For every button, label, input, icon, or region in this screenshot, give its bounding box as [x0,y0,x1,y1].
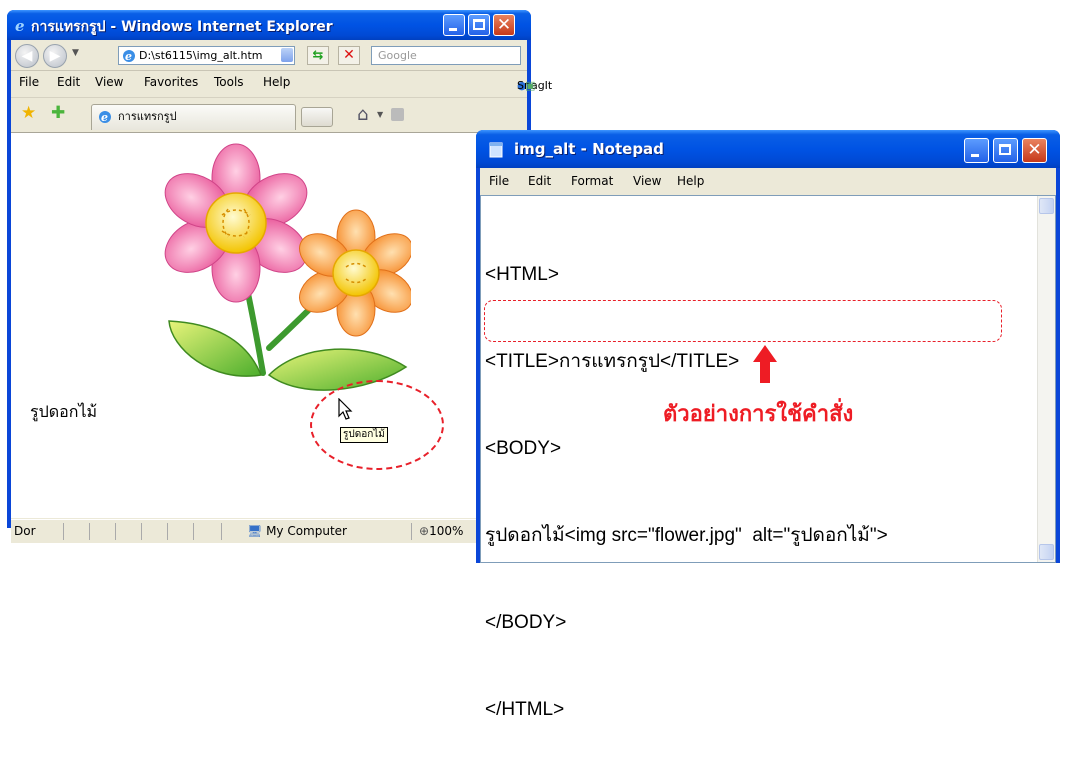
vertical-scrollbar[interactable] [1037,196,1055,562]
menu-file[interactable]: File [19,75,39,89]
svg-text:e: e [15,17,25,33]
ie-icon: e [123,50,135,63]
status-divider [221,523,222,540]
notepad-menubar: File Edit Format View Help [480,168,1056,195]
address-value: D:\st6115\img_alt.htm [139,49,263,62]
menu-tools[interactable]: Tools [214,75,244,89]
code-line: รูปดอกไม้<img src="flower.jpg" alt="รูปด… [485,525,888,546]
ie-icon: e [15,17,25,33]
menu-edit[interactable]: Edit [57,75,80,89]
stop-button[interactable]: ✕ [338,46,360,65]
status-divider [167,523,168,540]
status-zone: 🖥 My Computer [247,524,347,538]
status-divider [63,523,64,540]
annotation-label: ตัวอย่างการใช้คำสั่ง [663,402,854,427]
menu-format[interactable]: Format [571,174,613,188]
search-input[interactable]: Google [371,46,521,65]
page-text: รูปดอกไม้ [30,402,98,421]
code-line: <HTML> [485,264,559,285]
home-dropdown-icon[interactable]: ▼ [377,110,383,119]
status-divider [115,523,116,540]
minimize-icon [449,28,457,31]
stop-icon: ✕ [343,47,355,63]
ie-titlebar[interactable]: e การแทรกรูป - Windows Internet Explorer… [7,10,531,40]
notepad-maximize-button[interactable] [993,138,1018,163]
tab-label: การแทรกรูป [118,110,177,123]
menu-help[interactable]: Help [263,75,290,89]
code-line: </BODY> [485,612,567,633]
snagit-menu-icon: ▣ [525,79,536,92]
code-line: <BODY> [485,438,562,459]
address-dropdown-button[interactable] [281,48,293,62]
notepad-close-button[interactable]: ✕ [1022,138,1047,163]
ie-maximize-button[interactable] [468,14,490,36]
ie-close-button[interactable]: ✕ [493,14,515,36]
ie-client: ◀ ▶ ▼ e D:\st6115\img_alt.htm ⇆ ✕ Google… [11,40,552,543]
up-arrow-icon [753,345,777,383]
highlight-oval [310,380,444,470]
ie-page-content: รูปดอกไม้ [11,133,527,518]
status-divider [411,523,412,540]
code-highlight-box [484,300,1002,342]
menu-view[interactable]: View [633,174,661,188]
svg-text:e: e [125,50,132,63]
menu-help[interactable]: Help [677,174,704,188]
svg-text:e: e [101,111,108,124]
favorites-star-icon[interactable]: ★ [21,105,36,122]
notepad-minimize-button[interactable] [964,138,989,163]
menu-view[interactable]: View [95,75,123,89]
refresh-icon: ⇆ [312,48,324,63]
ie-address-bar: ◀ ▶ ▼ e D:\st6115\img_alt.htm ⇆ ✕ Google [11,40,527,71]
ie-minimize-button[interactable] [443,14,465,36]
ie-menubar: File Edit View Favorites Tools Help ● Sn… [11,71,552,98]
tab-current[interactable]: e การแทรกรูป [91,104,296,130]
status-divider [89,523,90,540]
notepad-titlebar[interactable]: img_alt - Notepad ✕ [476,130,1060,168]
address-input[interactable]: e D:\st6115\img_alt.htm [118,46,295,65]
close-icon: ✕ [1027,140,1042,160]
status-zoom[interactable]: ⊕100% [419,524,463,538]
ie-tab-bar: ★ ✚ e การแทรกรูป ⌂ ▼ [11,98,527,133]
refresh-button[interactable]: ⇆ [307,46,329,65]
computer-icon: 🖥 [247,524,263,538]
scroll-down-button[interactable] [1039,544,1054,560]
history-dropdown-icon[interactable]: ▼ [72,48,79,58]
menu-file[interactable]: File [489,174,509,188]
menu-favorites[interactable]: Favorites [144,75,198,89]
ie-icon: e [99,111,111,124]
add-favorite-icon[interactable]: ✚ [51,105,65,122]
scroll-up-button[interactable] [1039,198,1054,214]
search-placeholder: Google [378,49,417,62]
menu-edit[interactable]: Edit [528,174,551,188]
feed-icon[interactable] [391,108,404,121]
maximize-icon [473,19,485,30]
back-button[interactable]: ◀ [15,44,39,68]
notepad-title: img_alt - Notepad [514,140,664,158]
forward-button[interactable]: ▶ [43,44,67,68]
home-icon[interactable]: ⌂ [357,104,368,125]
code-line: </HTML> [485,699,565,720]
flower-image [164,143,411,391]
new-tab-button[interactable] [301,107,333,127]
status-divider [141,523,142,540]
back-icon: ◀ [21,48,33,64]
maximize-icon [999,144,1011,155]
close-icon: ✕ [496,15,512,35]
zoom-icon: ⊕ [419,524,430,538]
status-zone-label: My Computer [266,524,347,538]
code-line: <TITLE>การแทรกรูป</TITLE> [485,351,740,372]
ie-title: การแทรกรูป - Windows Internet Explorer [31,19,333,35]
ie-status-bar: Dor 🖥 My Computer ⊕100% [11,519,527,543]
notepad-icon [489,142,503,158]
forward-icon: ▶ [49,48,61,64]
code-block: <HTML> <TITLE>การแทรกรูป</TITLE> <BODY> … [485,202,888,782]
ie-window: e การแทรกรูป - Windows Internet Explorer… [7,10,552,543]
minimize-icon [971,154,979,157]
status-divider [193,523,194,540]
status-zoom-label: 100% [429,524,464,538]
status-text: Dor [14,524,36,538]
